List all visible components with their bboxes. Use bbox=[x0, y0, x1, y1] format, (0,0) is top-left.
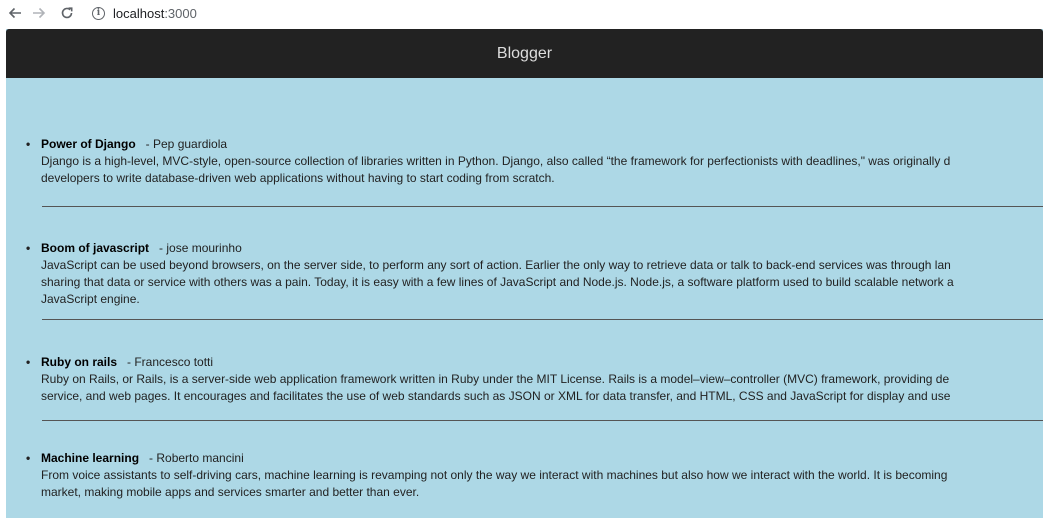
site-info-icon[interactable]: i bbox=[92, 6, 105, 20]
reload-icon[interactable] bbox=[56, 2, 78, 24]
url-host: localhost bbox=[113, 5, 165, 21]
post-body-line: From voice assistants to self-driving ca… bbox=[41, 468, 948, 482]
app-title: Blogger bbox=[496, 44, 553, 62]
app-header: Blogger bbox=[6, 29, 1043, 78]
divider bbox=[42, 420, 1043, 421]
bullet: • bbox=[26, 355, 31, 369]
forward-arrow-icon[interactable] bbox=[28, 2, 50, 24]
post-list: • Power of Django - Pep guardiola Django … bbox=[6, 136, 1043, 518]
list-item: • Boom of javascript - jose mourinho Java… bbox=[6, 240, 1043, 354]
url-port: :3000 bbox=[164, 5, 197, 21]
post-author: - Francesco totti bbox=[127, 355, 214, 369]
post-body-line: JavaScript can be used beyond browsers, … bbox=[41, 258, 951, 272]
bullet: • bbox=[26, 451, 31, 465]
post-body-line: Ruby on Rails, or Rails, is a server-sid… bbox=[41, 372, 950, 386]
post-author: - jose mourinho bbox=[159, 241, 242, 255]
post-body-line: developers to write database-driven web … bbox=[41, 171, 555, 185]
post-body-line: market, making mobile apps and services … bbox=[41, 485, 420, 499]
post-title: Ruby on rails bbox=[41, 355, 118, 369]
post-body-line: JavaScript engine. bbox=[41, 292, 140, 306]
list-item: • Power of Django - Pep guardiola Django … bbox=[6, 136, 1043, 240]
post-title: Boom of javascript bbox=[41, 241, 150, 255]
bullet: • bbox=[26, 137, 31, 151]
post-body-line: service, and web pages. It encourages an… bbox=[41, 389, 951, 403]
bullet: • bbox=[26, 241, 31, 255]
back-arrow-icon[interactable] bbox=[4, 2, 26, 24]
post-body-line: Django is a high-level, MVC-style, open-… bbox=[41, 154, 951, 168]
browser-toolbar: i localhost:3000 bbox=[0, 0, 1043, 26]
list-item: • Machine learning - Roberto mancini From… bbox=[6, 450, 1043, 518]
post-author: - Roberto mancini bbox=[149, 451, 244, 465]
page-viewport: Blogger • Power of Django - Pep guardiola… bbox=[6, 29, 1043, 518]
address-bar[interactable]: localhost:3000 bbox=[113, 6, 197, 21]
post-author: - Pep guardiola bbox=[145, 137, 228, 151]
divider bbox=[42, 319, 1043, 320]
post-body-line: sharing that data or service with others… bbox=[41, 275, 954, 289]
list-item: • Ruby on rails - Francesco totti Ruby on… bbox=[6, 354, 1043, 450]
post-title: Machine learning bbox=[41, 451, 140, 465]
post-title: Power of Django bbox=[41, 137, 136, 151]
divider bbox=[42, 206, 1043, 207]
